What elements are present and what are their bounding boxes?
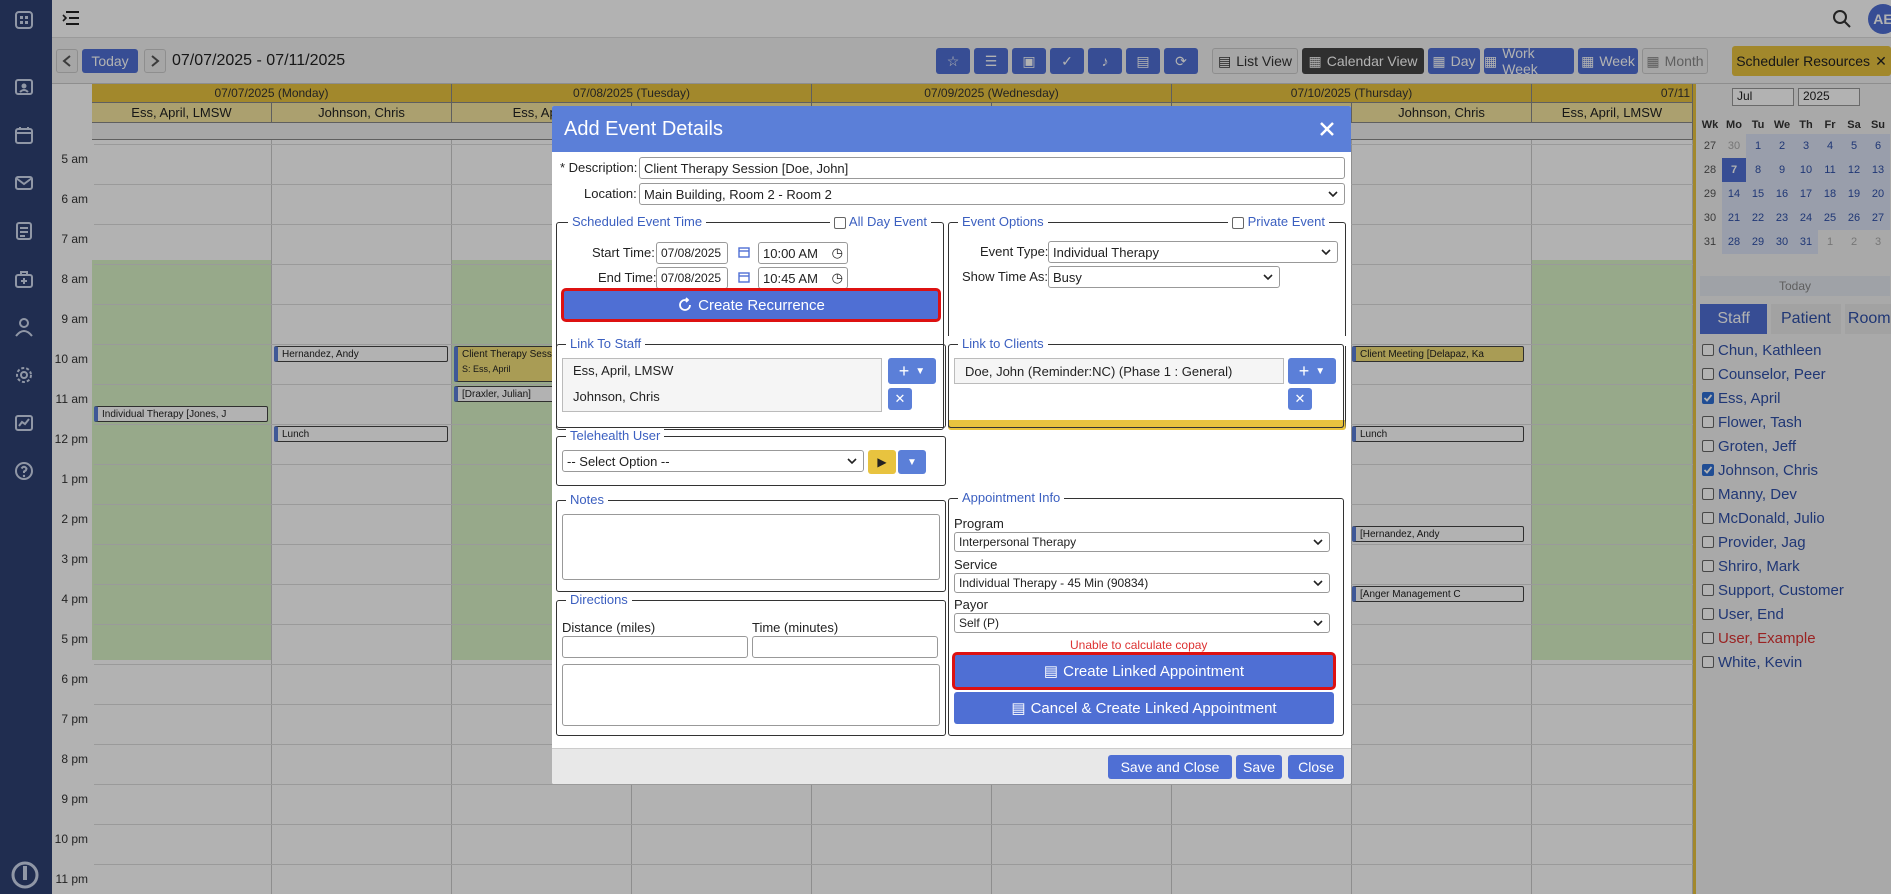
time-minutes-label: Time (minutes) xyxy=(752,620,839,635)
payor-select[interactable]: Self (P) xyxy=(954,613,1330,633)
show-time-as-select[interactable]: Busy xyxy=(1048,266,1280,288)
chevron-down-icon xyxy=(847,458,857,465)
calendar-link-icon: ▤ xyxy=(1043,663,1059,680)
remove-staff-button[interactable]: ✕ xyxy=(888,388,912,410)
checkbox-icon[interactable] xyxy=(1232,216,1244,229)
end-date-input[interactable]: 07/08/2025 xyxy=(656,267,728,289)
end-time-label: End Time: xyxy=(598,270,657,285)
scheduled-time-legend: Scheduled Event Time xyxy=(568,214,707,229)
directions-legend: Directions xyxy=(566,592,632,607)
payor-label: Payor xyxy=(954,597,988,612)
location-select[interactable]: Main Building, Room 2 - Room 2 xyxy=(639,183,1345,205)
description-label: * Description: xyxy=(560,160,638,175)
add-event-dialog: Add Event Details * Description: Client … xyxy=(552,106,1351,784)
event-options-legend: Event Options xyxy=(958,214,1048,229)
distance-input[interactable] xyxy=(562,636,748,658)
chevron-down-icon xyxy=(1328,191,1338,198)
linked-staff-list: Ess, April, LMSW Johnson, Chris xyxy=(562,358,882,412)
event-type-label: Event Type: xyxy=(980,244,1049,259)
clock-icon[interactable]: ◷ xyxy=(832,270,843,286)
service-select[interactable]: Individual Therapy - 45 Min (90834) xyxy=(954,573,1330,593)
chevron-down-icon xyxy=(1313,620,1323,627)
start-date-input[interactable]: 07/08/2025 xyxy=(656,242,728,264)
event-type-select[interactable]: Individual Therapy xyxy=(1048,241,1338,263)
all-day-checkbox[interactable]: All Day Event xyxy=(830,214,931,229)
plus-icon: + xyxy=(1298,360,1310,381)
cancel-create-linked-appointment-button[interactable]: ▤ Cancel & Create Linked Appointment xyxy=(954,692,1334,724)
notes-legend: Notes xyxy=(566,492,608,507)
link-staff-legend: Link To Staff xyxy=(566,336,646,351)
dialog-header: Add Event Details xyxy=(552,106,1351,152)
chevron-down-icon xyxy=(1321,249,1331,256)
service-label: Service xyxy=(954,557,998,572)
description-input[interactable]: Client Therapy Session [Doe, John] xyxy=(639,157,1345,179)
telehealth-select[interactable]: -- Select Option -- xyxy=(562,450,864,472)
calendar-cancel-icon: ▤ xyxy=(1011,700,1026,717)
close-button[interactable]: Close xyxy=(1288,755,1344,779)
start-time-label: Start Time: xyxy=(592,245,655,260)
add-staff-button[interactable]: + ▼ xyxy=(888,358,936,384)
distance-label: Distance (miles) xyxy=(562,620,656,635)
appointment-info-legend: Appointment Info xyxy=(958,490,1065,505)
chevron-down-icon: ▼ xyxy=(907,456,917,468)
copay-message: Unable to calculate copay xyxy=(1070,638,1208,652)
close-icon: ✕ xyxy=(1294,391,1306,406)
create-linked-appointment-button[interactable]: ▤ Create Linked Appointment xyxy=(952,652,1336,690)
date-picker-icon[interactable] xyxy=(738,246,750,258)
close-icon: ✕ xyxy=(894,391,906,406)
chevron-down-icon: ▼ xyxy=(915,365,926,377)
private-event-checkbox[interactable]: Private Event xyxy=(1228,214,1329,229)
plus-icon: + xyxy=(898,360,910,381)
close-icon[interactable] xyxy=(1315,117,1339,141)
list-item[interactable]: Ess, April, LMSW xyxy=(573,363,673,378)
clock-icon[interactable]: ◷ xyxy=(832,245,843,261)
directions-textarea[interactable] xyxy=(562,664,940,726)
video-call-button[interactable]: ▶ xyxy=(868,450,896,474)
save-button[interactable]: Save xyxy=(1236,755,1282,779)
dialog-footer: Save and Close Save Close xyxy=(552,748,1351,784)
location-label: Location: xyxy=(584,186,637,201)
chevron-down-icon xyxy=(1313,580,1323,587)
chevron-down-icon xyxy=(1263,274,1273,281)
chevron-down-icon: ▼ xyxy=(1315,365,1326,377)
time-minutes-input[interactable] xyxy=(752,636,938,658)
list-item[interactable]: Doe, John (Reminder:NC) (Phase 1 : Gener… xyxy=(954,358,1284,384)
link-clients-legend: Link to Clients xyxy=(958,336,1048,351)
create-recurrence-button[interactable]: Create Recurrence xyxy=(561,288,941,322)
add-client-button[interactable]: + ▼ xyxy=(1288,358,1336,384)
telehealth-legend: Telehealth User xyxy=(566,428,665,443)
date-picker-icon[interactable] xyxy=(738,271,750,283)
remove-client-button[interactable]: ✕ xyxy=(1288,388,1312,410)
program-label: Program xyxy=(954,516,1004,531)
end-time-input[interactable]: 10:45 AM ◷ xyxy=(758,267,848,289)
chevron-down-icon xyxy=(1313,539,1323,546)
video-camera-icon: ▶ xyxy=(877,455,887,469)
recurrence-icon xyxy=(679,297,692,311)
save-and-close-button[interactable]: Save and Close xyxy=(1108,755,1232,779)
program-select[interactable]: Interpersonal Therapy xyxy=(954,532,1330,552)
notes-textarea[interactable] xyxy=(562,514,940,580)
dialog-title: Add Event Details xyxy=(564,117,723,140)
start-time-input[interactable]: 10:00 AM ◷ xyxy=(758,242,848,264)
telehealth-dropdown-button[interactable]: ▼ xyxy=(898,450,926,474)
checkbox-icon[interactable] xyxy=(834,216,846,229)
show-time-as-label: Show Time As: xyxy=(962,269,1048,284)
list-item[interactable]: Johnson, Chris xyxy=(573,389,660,404)
